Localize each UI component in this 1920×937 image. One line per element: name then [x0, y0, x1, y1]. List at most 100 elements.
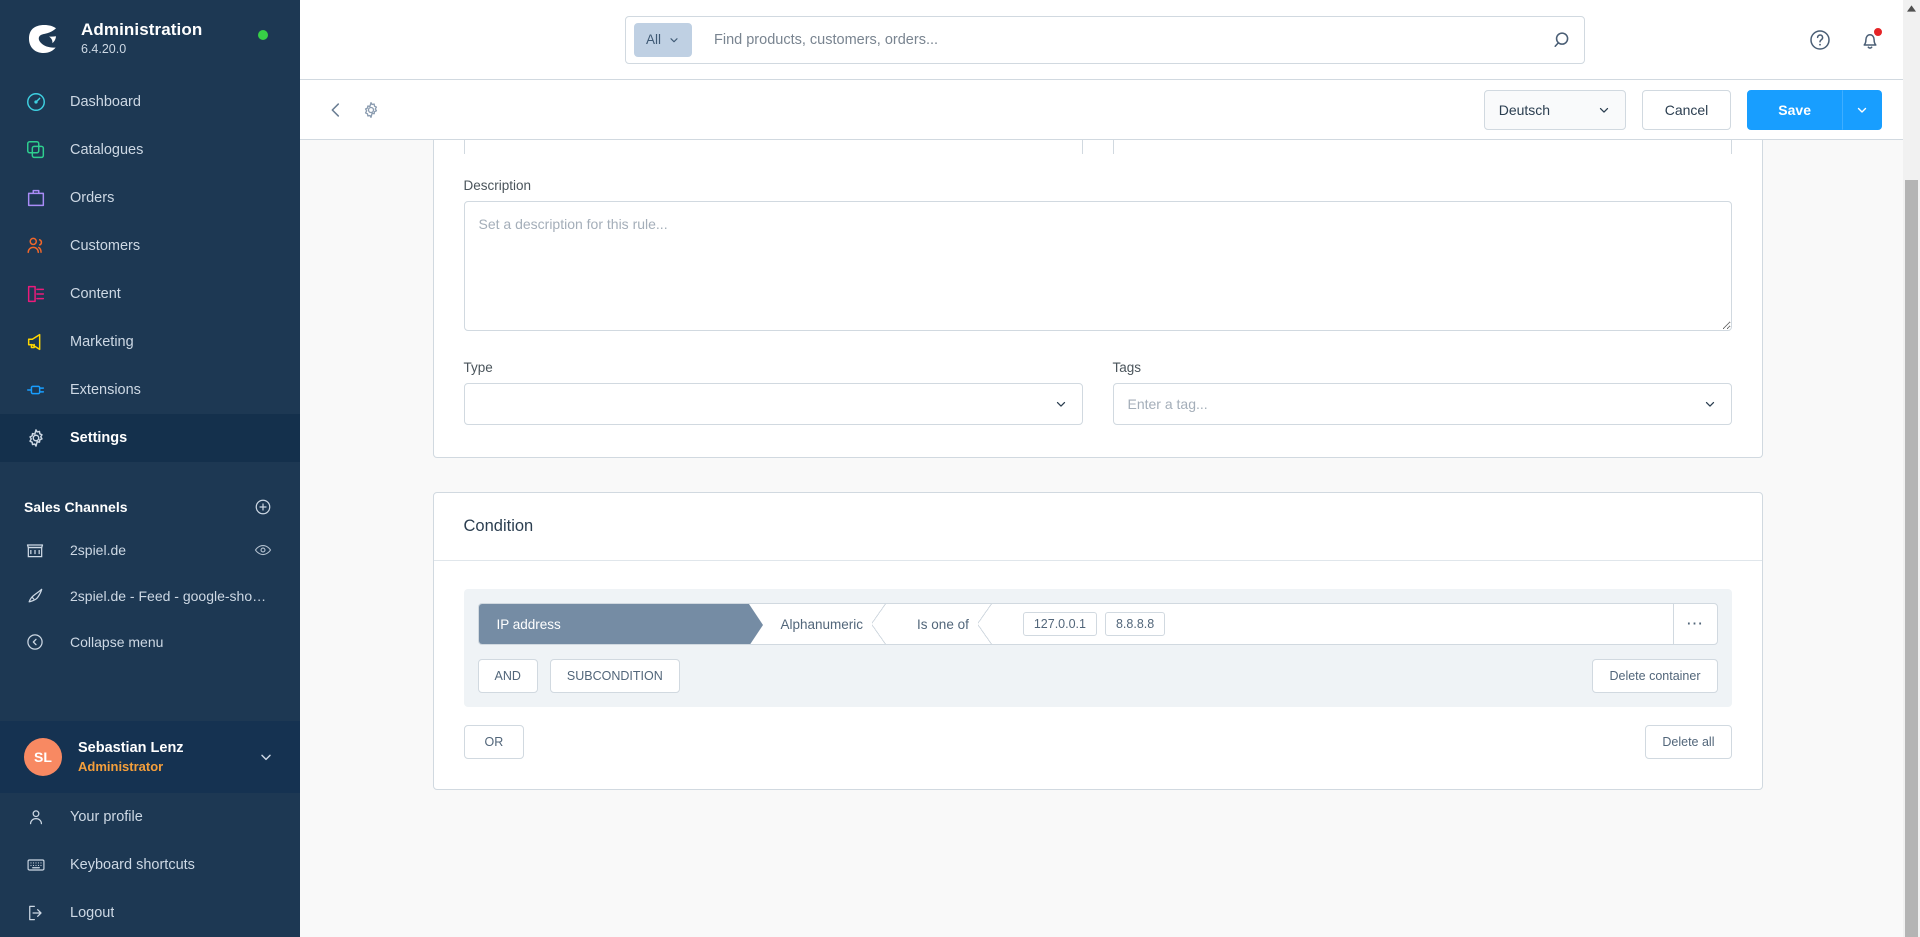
sidebar-item-catalogues[interactable]: Catalogues [0, 126, 300, 174]
add-sales-channel-icon[interactable] [254, 498, 272, 516]
orders-icon [24, 186, 48, 210]
condition-context-menu-button[interactable]: ⋯ [1672, 604, 1717, 644]
chevron-down-icon [1705, 401, 1714, 407]
user-menu-list: Your profile Keyboard shortcuts Logout [0, 793, 300, 937]
topbar-actions [1808, 26, 1883, 52]
rocket-icon [24, 585, 46, 607]
sidebar-item-dashboard[interactable]: Dashboard [0, 78, 300, 126]
sidebar-item-marketing[interactable]: Marketing [0, 318, 300, 366]
condition-builder: IP address Alphanumeric Is one of 127.0.… [434, 561, 1762, 789]
user-menu-toggle[interactable]: SL Sebastian Lenz Administrator [0, 721, 300, 793]
menu-item-label: Logout [70, 905, 115, 921]
channel-label: 2spiel.de - Feed - google-shoppi… [70, 588, 272, 604]
sidebar-item-label: Content [70, 286, 121, 302]
tags-label: Tags [1112, 360, 1142, 375]
chevron-down-icon [1599, 107, 1608, 113]
browser-scrollbar[interactable] [1903, 0, 1920, 937]
rule-name-field [463, 140, 1083, 154]
chevron-down-icon [1056, 401, 1065, 407]
menu-item-logout[interactable]: Logout [0, 889, 300, 937]
rule-priority-input[interactable] [1112, 140, 1732, 154]
scroll-up-arrow-icon[interactable] [1903, 0, 1920, 17]
language-selector[interactable]: Deutsch [1483, 89, 1626, 130]
name-priority-row [463, 140, 1732, 154]
collapse-chevron-left-circle-icon [24, 631, 46, 653]
gear-icon[interactable] [361, 100, 381, 120]
scrollbar-thumb[interactable] [1905, 180, 1918, 937]
add-or-condition-button[interactable]: OR [463, 725, 525, 759]
status-indicator-dot [258, 30, 268, 40]
sidebar-item-settings[interactable]: Settings [0, 414, 300, 462]
condition-value-chip[interactable]: 8.8.8.8 [1104, 612, 1166, 636]
condition-card-title: Condition [433, 493, 1762, 561]
app-version: 6.4.20.0 [81, 42, 127, 56]
condition-value-chip[interactable]: 127.0.0.1 [1022, 612, 1097, 636]
description-field: Description [463, 178, 1732, 336]
sidebar-item-label: Extensions [70, 382, 141, 398]
smart-bar-actions: Deutsch Cancel Save [1483, 89, 1882, 130]
type-field: Type [463, 360, 1083, 425]
sidebar-nav: Dashboard Catalogues Orders Customers Co… [0, 78, 300, 721]
menu-item-label: Keyboard shortcuts [70, 857, 195, 873]
description-textarea[interactable] [463, 201, 1732, 331]
sidebar-item-orders[interactable]: Orders [0, 174, 300, 222]
app-title: Administration [81, 20, 203, 39]
marketing-icon [24, 330, 48, 354]
person-icon [24, 805, 48, 829]
chevron-down-icon [1857, 107, 1867, 113]
collapse-menu-button[interactable]: Collapse menu [0, 619, 300, 665]
language-label: Deutsch [1498, 101, 1551, 118]
tags-select[interactable]: Enter a tag... [1112, 383, 1732, 425]
tags-placeholder-text: Enter a tag... [1127, 396, 1208, 412]
sidebar-channel-2spiel-de-feed[interactable]: 2spiel.de - Feed - google-shoppi… [0, 573, 300, 619]
type-select[interactable] [463, 383, 1083, 425]
sidebar-channel-2spiel-de[interactable]: 2spiel.de [0, 527, 300, 573]
menu-item-your-profile[interactable]: Your profile [0, 793, 300, 841]
tags-field: Tags Enter a tag... [1112, 360, 1732, 425]
save-button[interactable]: Save [1747, 89, 1842, 130]
sidebar-item-label: Catalogues [70, 142, 144, 158]
help-circle-icon[interactable] [1808, 28, 1832, 52]
basic-information-card: Description Type [432, 140, 1763, 458]
logout-icon [24, 901, 48, 925]
sidebar-item-label: Marketing [70, 334, 134, 350]
condition-values[interactable]: 127.0.0.1 8.8.8.8 [991, 604, 1673, 644]
back-chevron-left-icon[interactable] [325, 99, 347, 121]
collapse-menu-label: Collapse menu [70, 634, 164, 650]
condition-operator-selector[interactable]: Is one of [885, 604, 992, 644]
global-search[interactable]: All [625, 15, 1585, 64]
type-tags-row: Type Tags Enter a tag... [463, 360, 1732, 425]
sidebar-item-customers[interactable]: Customers [0, 222, 300, 270]
sidebar-item-extensions[interactable]: Extensions [0, 366, 300, 414]
search-input[interactable] [692, 31, 1552, 48]
chevron-down-icon [258, 749, 274, 765]
sidebar-item-label: Orders [70, 190, 115, 206]
search-scope-selector[interactable]: All [634, 22, 692, 57]
type-label: Type [463, 360, 493, 375]
save-options-caret[interactable] [1842, 89, 1882, 130]
rule-name-input[interactable] [463, 140, 1083, 154]
search-icon[interactable] [1552, 29, 1574, 51]
add-subcondition-button[interactable]: SUBCONDITION [549, 659, 680, 693]
delete-container-button[interactable]: Delete container [1592, 659, 1718, 693]
sidebar-item-label: Dashboard [70, 94, 141, 110]
condition-format-selector[interactable]: Alphanumeric [749, 604, 886, 644]
eye-icon[interactable] [254, 541, 272, 559]
shopware-logo-icon [24, 19, 64, 59]
condition-card: Condition IP address Alphanumeric Is one… [432, 492, 1763, 790]
condition-footer-actions: OR Delete all [463, 725, 1732, 759]
rule-priority-field [1112, 140, 1732, 154]
condition-container-actions: AND SUBCONDITION Delete container [477, 659, 1718, 693]
cancel-button[interactable]: Cancel [1641, 89, 1732, 130]
delete-all-button[interactable]: Delete all [1645, 725, 1732, 759]
bell-icon[interactable] [1858, 26, 1883, 52]
content-scroll-area[interactable]: Description Type [300, 140, 1920, 937]
condition-field-selector[interactable]: IP address [478, 604, 763, 644]
menu-item-keyboard-shortcuts[interactable]: Keyboard shortcuts [0, 841, 300, 889]
condition-field-label: IP address [496, 616, 561, 632]
sidebar-item-content[interactable]: Content [0, 270, 300, 318]
sidebar: Administration 6.4.20.0 Dashboard Catalo… [0, 0, 300, 937]
add-and-condition-button[interactable]: AND [477, 659, 538, 693]
